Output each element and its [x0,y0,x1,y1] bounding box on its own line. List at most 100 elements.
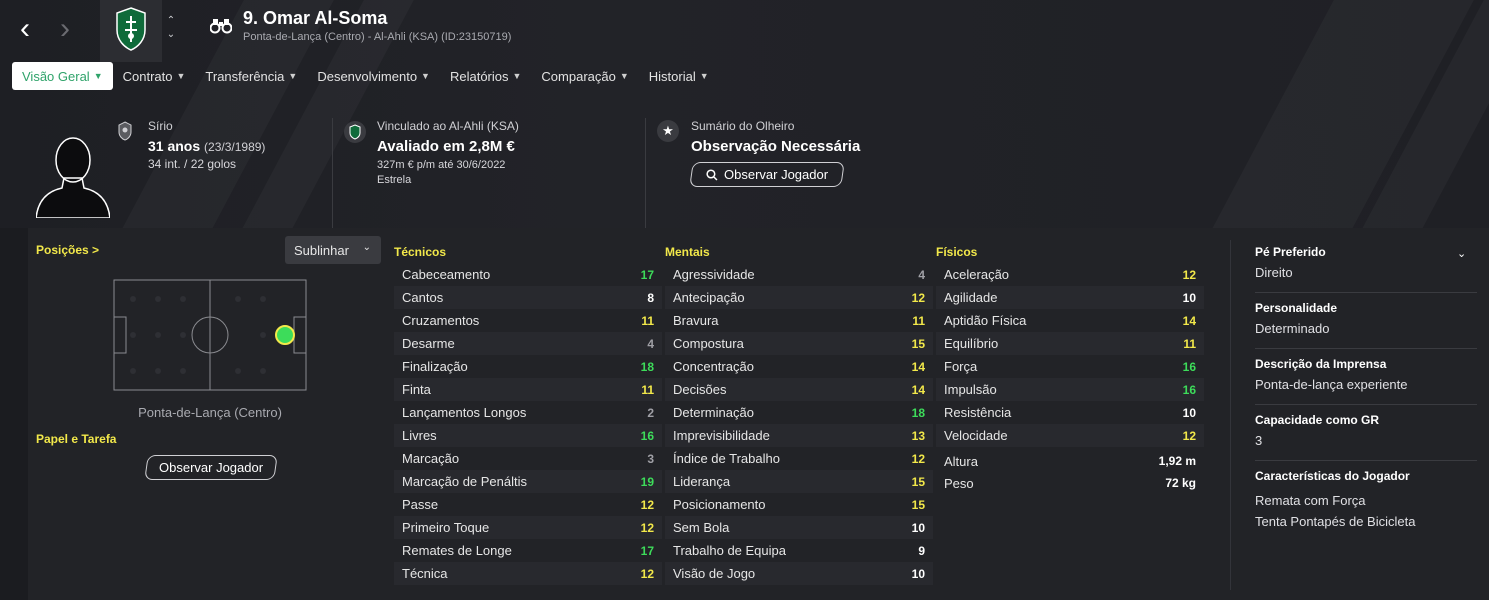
scout-summary: Sumário do Olheiro Observação Necessária… [689,119,861,187]
player-name: 9. Omar Al-Soma [243,8,388,28]
attribute-value: 10 [1182,290,1196,305]
scout-summary-value: Observação Necessária [691,138,861,155]
tab-historial[interactable]: Historial ▼ [639,62,719,90]
attribute-row: Bravura 11 [665,309,933,332]
attribute-name: Aceleração [944,267,1010,282]
attribute-row: Imprevisibilidade 13 [665,424,933,447]
separator [1255,404,1477,405]
attribute-name: Bravura [673,313,719,328]
technical-title: Técnicos [394,245,447,259]
tab-label: Transferência [205,68,285,84]
detail-value: Determinado [1255,321,1330,336]
tab-contrato[interactable]: Contrato ▼ [113,62,196,90]
attribute-name: Antecipação [673,290,745,305]
attribute-row: Primeiro Toque 12 [394,516,662,539]
attribute-name: Resistência [944,405,1012,420]
attribute-name: Cabeceamento [402,267,491,282]
mental-title: Mentais [665,245,710,259]
physical-attributes: Físicos Aceleração 12 Agilidade 10 Aptidão F… [936,243,1204,494]
attribute-row: Desarme 4 [394,332,662,355]
chevron-down-icon: ▼ [421,71,430,81]
attribute-row: Passe 12 [394,493,662,516]
age-line: 31 anos (23/3/1989) [148,138,265,154]
attribute-row: Cabeceamento 17 [394,263,662,286]
technical-attributes: Técnicos Cabeceamento 17 Cantos 8 Cruzamento… [394,243,662,585]
chevron-down-icon[interactable]: ⌄ [164,28,178,42]
attribute-value: 19 [640,474,654,489]
attribute-value: 10 [1182,405,1196,420]
date-of-birth: (23/3/1989) [204,140,266,154]
attribute-name: Aptidão Física [944,313,1027,328]
attribute-row: Decisões 14 [665,378,933,401]
attribute-name: Desarme [402,336,455,351]
highlight-dropdown-label: Sublinhar [294,242,349,258]
tab-desenvolvimento[interactable]: Desenvolvimento ▼ [307,62,440,90]
highlight-dropdown[interactable]: Sublinhar ⌄ [285,236,381,264]
attribute-row: Compostura 15 [665,332,933,355]
detail-value: 3 [1255,433,1263,448]
binoculars-icon[interactable] [210,18,232,34]
attribute-value: 9 [918,543,925,558]
attribute-row: Força 16 [936,355,1204,378]
attribute-row: Antecipação 12 [665,286,933,309]
forward-arrow-icon[interactable]: › [60,14,70,44]
attribute-row: Agressividade 4 [665,263,933,286]
attribute-name: Livres [402,428,437,443]
height-label: Altura [944,453,978,469]
attribute-name: Cantos [402,290,444,305]
tab-relatorios[interactable]: Relatórios ▼ [440,62,531,90]
back-arrow-icon[interactable]: ‹ [20,14,30,44]
attribute-value: 11 [641,313,654,328]
attribute-name: Posicionamento [673,497,766,512]
tab-comparacao[interactable]: Comparação ▼ [531,62,638,90]
contract-info: Vinculado ao Al-Ahli (KSA) Avaliado em 2… [377,119,519,186]
scout-player-button[interactable]: Observar Jogador [689,162,845,187]
attribute-row: Trabalho de Equipa 9 [665,539,933,562]
attribute-value: 12 [911,290,925,305]
attribute-value: 12 [1182,267,1196,282]
attribute-row: Concentração 14 [665,355,933,378]
squad-status: Estrela [377,174,412,186]
detail-title: Personalidade [1255,301,1338,315]
attribute-value: 11 [641,382,654,397]
player-value: Avaliado em 2,8M € [377,138,515,155]
media-description-section: Descrição da Imprensa Ponta-de-lança exp… [1255,357,1477,405]
scout-player-button-2[interactable]: Observar Jogador [144,455,278,480]
positions-link[interactable]: Posições > [36,243,99,257]
attribute-name: Decisões [673,382,727,397]
scout-button-wrap: Observar Jogador [144,455,278,480]
attribute-value: 2 [647,405,654,420]
chevron-up-icon[interactable]: ⌃ [164,14,178,28]
mental-list: Agressividade 4 Antecipação 12 Bravura 11 Comp… [665,263,933,585]
tab-label: Desenvolvimento [317,68,418,84]
header-background [0,0,1489,228]
separator [1255,348,1477,349]
attribute-value: 13 [911,428,925,443]
attribute-name: Técnica [402,566,448,581]
attribute-name: Imprevisibilidade [673,428,770,443]
chevron-down-icon: ▼ [93,71,103,81]
attribute-value: 16 [640,428,654,443]
attribute-value: 12 [640,566,654,581]
attribute-row: Remates de Longe 17 [394,539,662,562]
trait-item: Tenta Pontapés de Bicicleta [1255,514,1416,529]
attribute-value: 8 [647,290,654,305]
tab-visao-geral[interactable]: Visão Geral ▼ [12,62,113,90]
attribute-value: 14 [911,359,925,374]
weight-label: Peso [944,475,974,491]
player-subtitle: Ponta-de-Lança (Centro) - Al-Ahli (KSA) … [243,31,512,43]
player-switch-arrows[interactable]: ⌃ ⌄ [164,14,178,42]
attribute-name: Finta [402,382,431,397]
physical-list: Aceleração 12 Agilidade 10 Aptidão Física 14 E… [936,263,1204,447]
attribute-name: Velocidade [944,428,1008,443]
attribute-row: Aptidão Física 14 [936,309,1204,332]
tab-bar: Visão Geral ▼ Contrato ▼ Transferência ▼ De… [12,62,719,90]
attribute-name: Determinação [673,405,754,420]
attribute-name: Lançamentos Longos [402,405,527,420]
mental-attributes: Mentais Agressividade 4 Antecipação 12 Bravu… [665,243,933,585]
chevron-down-icon: ▼ [512,71,522,81]
tab-transferencia[interactable]: Transferência ▼ [195,62,307,90]
attribute-row: Técnica 12 [394,562,662,585]
scout-player-label: Observar Jogador [724,167,829,182]
player-traits-section: Características do Jogador Remata com Fo… [1255,469,1477,529]
